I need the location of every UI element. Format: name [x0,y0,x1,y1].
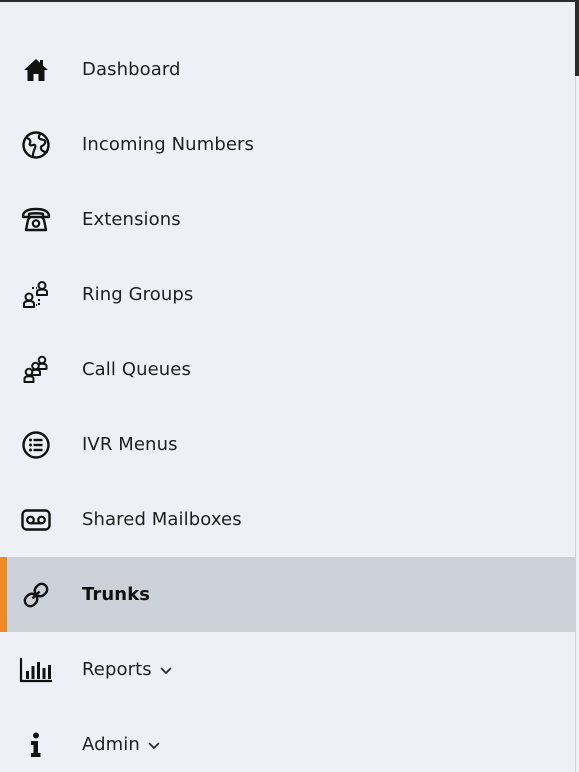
sidebar-item-label: Reports [82,658,152,680]
sidebar-item-label: IVR Menus [82,434,178,455]
sidebar-item-ring-groups[interactable]: Ring Groups [0,257,575,332]
sidebar-item-label: Dashboard [82,59,181,80]
sidebar-item-label: Call Queues [82,359,191,380]
sidebar-item-label: Incoming Numbers [82,134,255,155]
sidebar-item-ivr-menus[interactable]: IVR Menus [0,407,575,482]
sidebar-item-dashboard[interactable]: Dashboard [0,32,575,107]
sidebar-item-trunks[interactable]: Trunks [0,557,575,632]
sidebar-item-extensions[interactable]: Extensions [0,182,575,257]
sidebar-item-label: Extensions [82,209,181,230]
bar-chart-icon [18,652,54,688]
sidebar-item-admin[interactable]: Admin [0,707,575,772]
top-border [0,0,579,2]
sidebar-item-incoming-numbers[interactable]: Incoming Numbers [0,107,575,182]
ring-groups-icon [18,277,54,313]
sidebar-item-call-queues[interactable]: Call Queues [0,332,575,407]
call-queues-icon [18,352,54,388]
scrollbar-thumb[interactable] [575,0,579,76]
sidebar-item-label: Shared Mailboxes [82,509,242,530]
sidebar-item-label: Ring Groups [82,284,194,305]
sidebar-item-reports[interactable]: Reports [0,632,575,707]
chevron-down-icon [148,734,160,755]
sidebar-item-label: Admin [82,733,140,755]
link-icon [18,577,54,613]
list-circle-icon [18,427,54,463]
sidebar-nav: Dashboard Incoming Numbers Extensions Ri… [0,32,575,772]
sidebar-item-label: Trunks [82,584,151,605]
telephone-icon [18,202,54,238]
sidebar-item-label-row: Reports [82,659,172,681]
sidebar-edge [575,76,576,772]
sidebar-item-shared-mailboxes[interactable]: Shared Mailboxes [0,482,575,557]
home-icon [18,52,54,88]
voicemail-icon [18,502,54,538]
info-icon [18,727,54,763]
sidebar-item-label-row: Admin [82,734,160,756]
globe-icon [18,127,54,163]
sidebar-frame: Dashboard Incoming Numbers Extensions Ri… [0,0,579,772]
chevron-down-icon [160,659,172,680]
